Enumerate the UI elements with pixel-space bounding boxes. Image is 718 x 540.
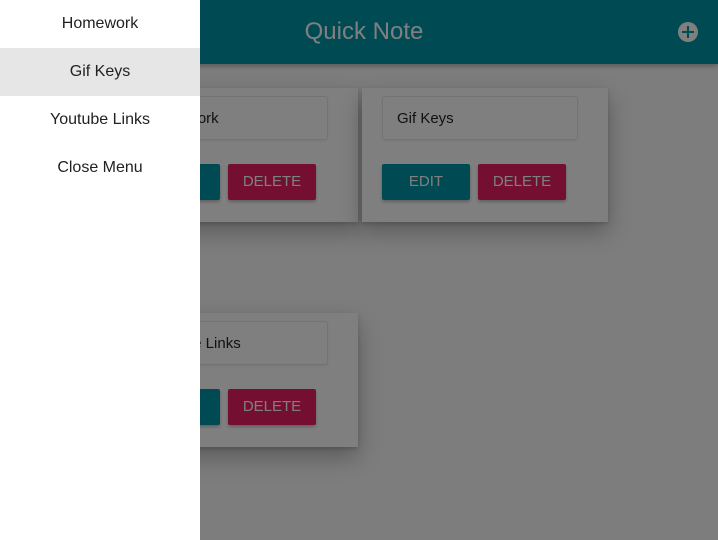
menu-item-youtube-links[interactable]: Youtube Links: [0, 96, 200, 144]
close-menu-button[interactable]: Close Menu: [0, 144, 200, 192]
menu-item-gif-keys[interactable]: Gif Keys: [0, 48, 200, 96]
menu-item-homework[interactable]: Homework: [0, 0, 200, 48]
side-menu: Homework Gif Keys Youtube Links Close Me…: [0, 0, 200, 540]
